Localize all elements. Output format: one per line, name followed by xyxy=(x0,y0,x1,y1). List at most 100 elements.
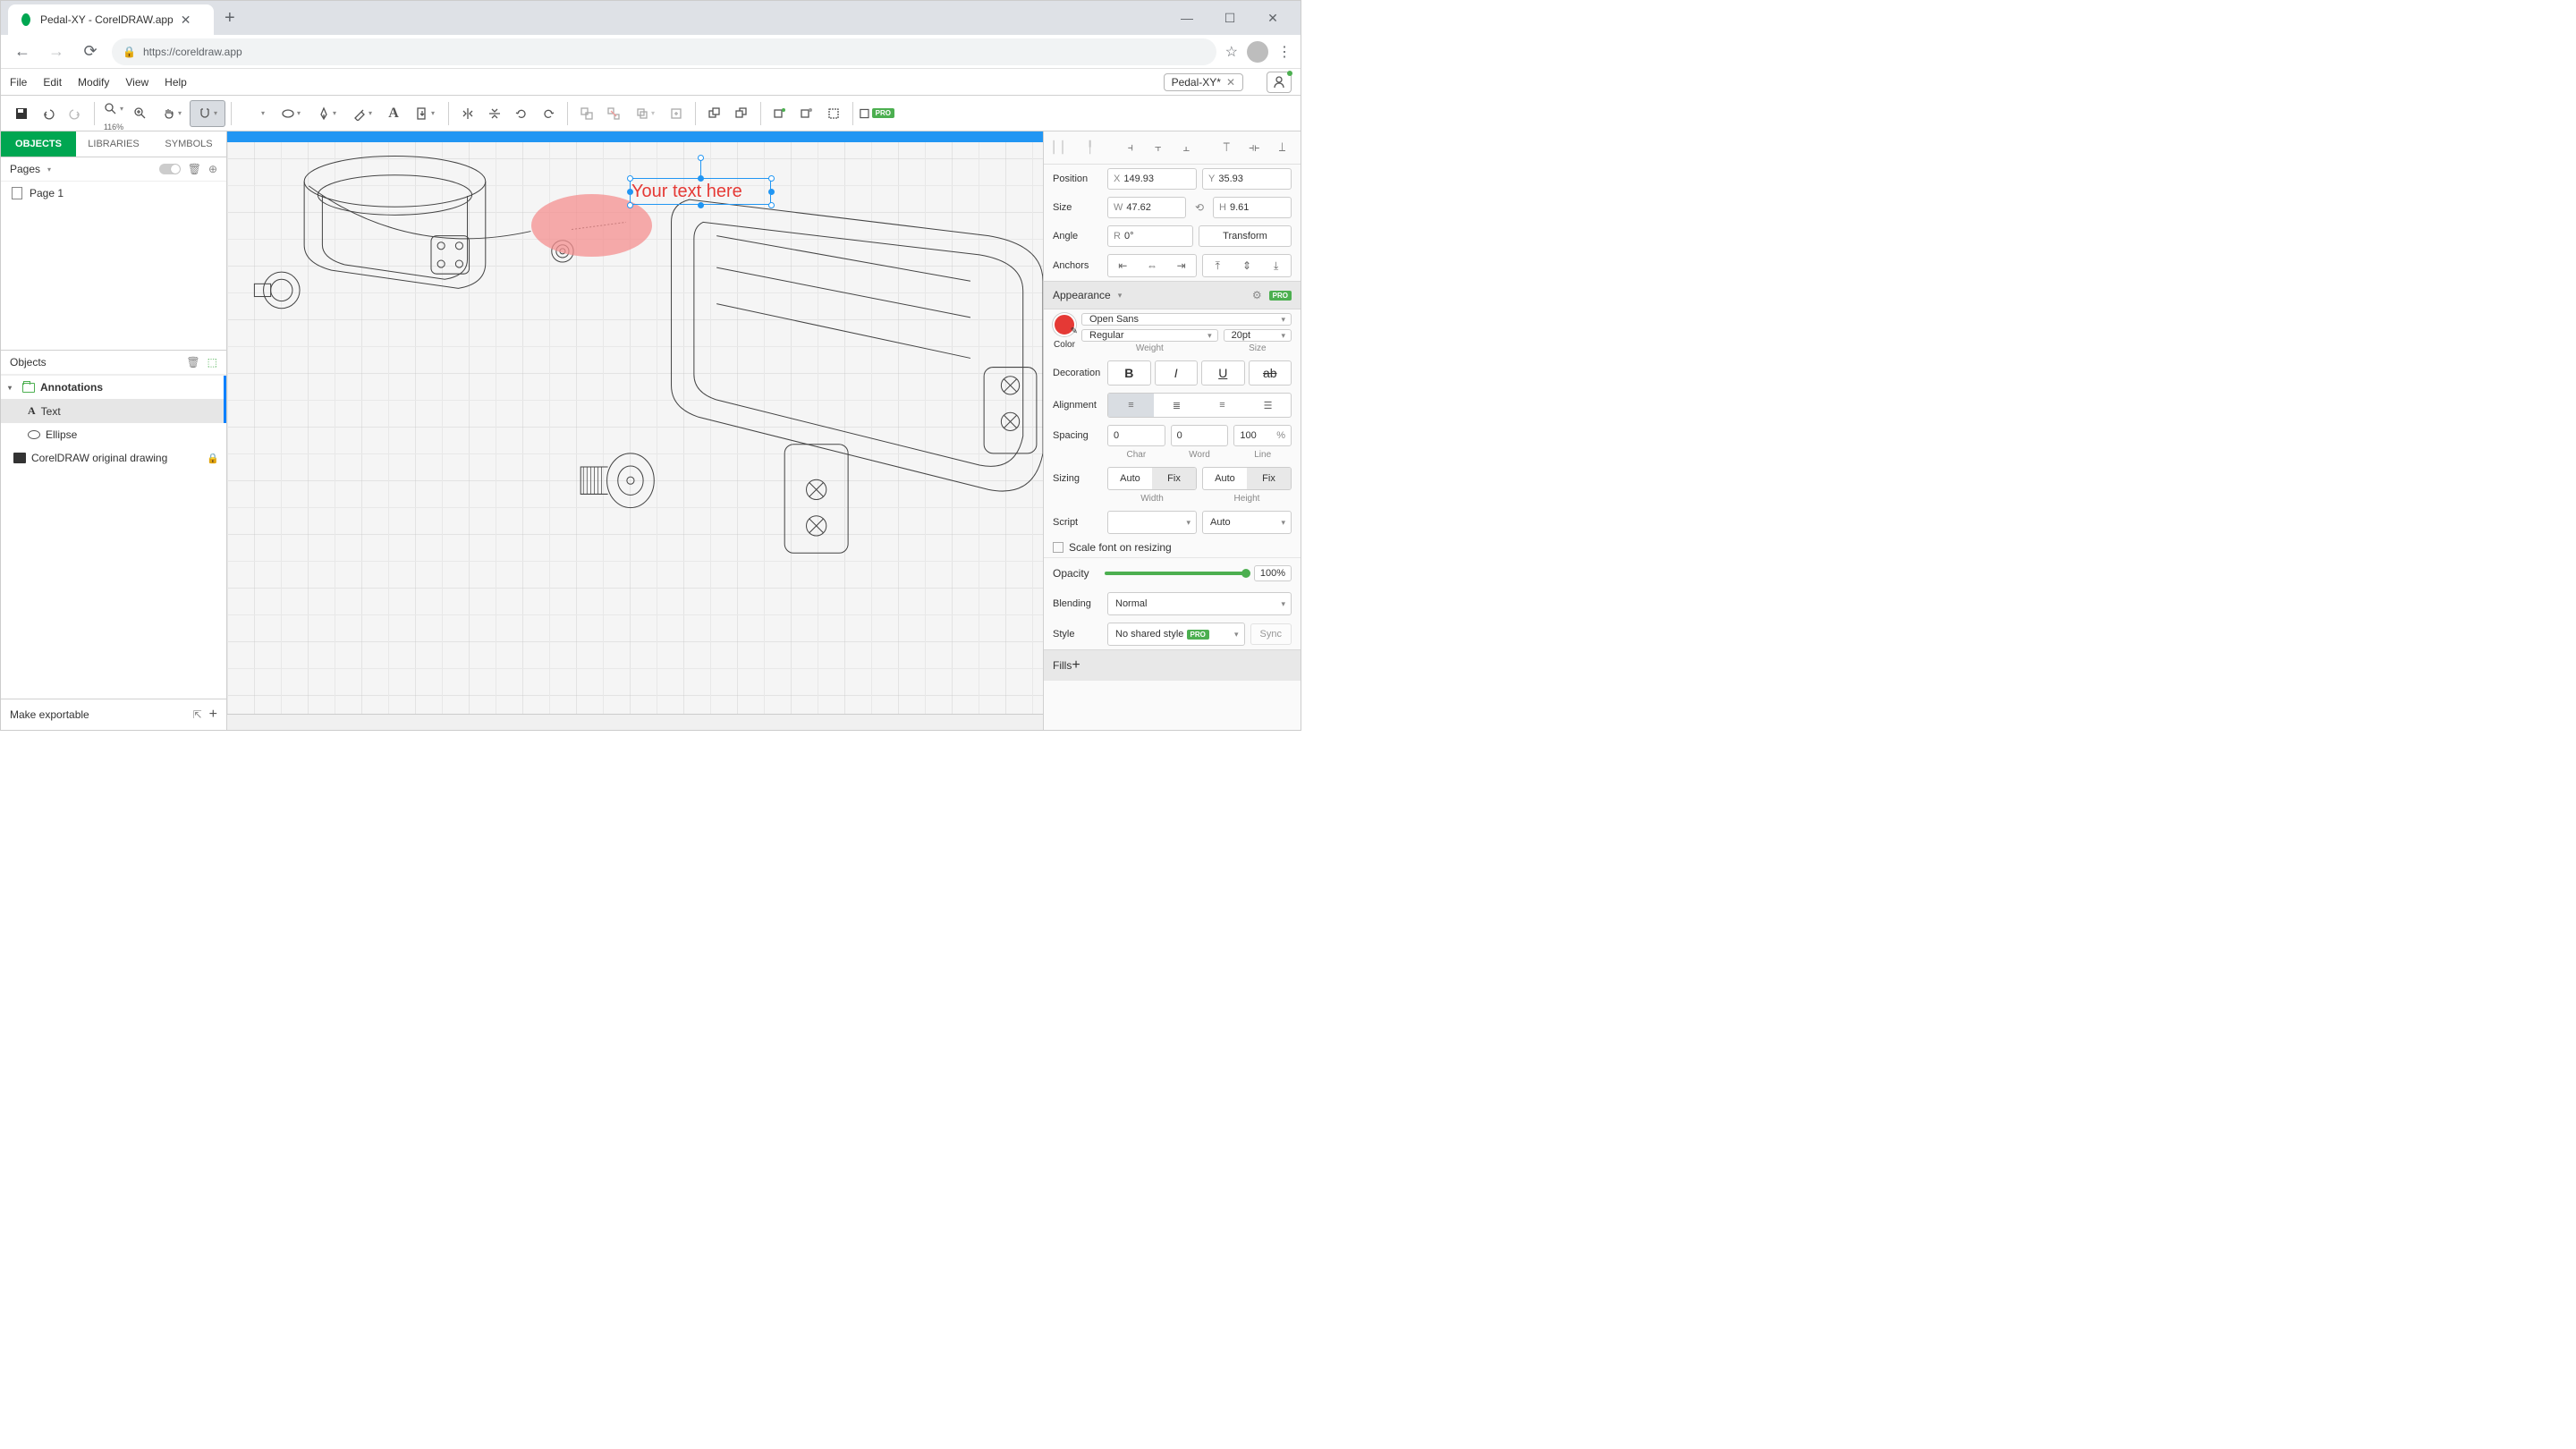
resize-handle-se[interactable] xyxy=(768,202,775,208)
opacity-value[interactable]: 100% xyxy=(1254,565,1292,581)
text-align-justify-button[interactable]: ☰ xyxy=(1245,394,1291,417)
script-select-1[interactable] xyxy=(1107,511,1197,534)
position-x-input[interactable]: X149.93 xyxy=(1107,168,1197,190)
trash-icon[interactable]: 🗑 xyxy=(186,356,199,369)
zoom-fit-button[interactable] xyxy=(127,100,154,127)
add-export-icon[interactable]: + xyxy=(209,707,217,723)
tab-symbols[interactable]: SYMBOLS xyxy=(151,131,226,157)
window-maximize-button[interactable]: ☐ xyxy=(1209,4,1250,31)
link-size-icon[interactable]: ⟲ xyxy=(1191,201,1208,214)
redo-button[interactable] xyxy=(62,100,89,127)
size-h-input[interactable]: H9.61 xyxy=(1213,197,1292,218)
browser-tab[interactable]: Pedal-XY - CorelDRAW.app ✕ xyxy=(8,4,214,35)
menu-modify[interactable]: Modify xyxy=(78,76,109,89)
align-center-icon[interactable]: ╿ xyxy=(1077,137,1103,158)
menu-edit[interactable]: Edit xyxy=(43,76,62,89)
align-vb-icon[interactable]: ⟘ xyxy=(1269,137,1295,158)
canvas[interactable]: Your text here xyxy=(227,131,1043,730)
save-button[interactable] xyxy=(8,100,35,127)
window-close-button[interactable]: ✕ xyxy=(1252,4,1293,31)
menu-help[interactable]: Help xyxy=(165,76,187,89)
template-button[interactable]: PRO xyxy=(859,100,894,127)
ungroup-button[interactable] xyxy=(600,100,627,127)
font-weight-select[interactable]: Regular xyxy=(1081,329,1218,342)
rotate-cw-button[interactable] xyxy=(535,100,562,127)
strike-button[interactable]: ab xyxy=(1249,360,1292,386)
anchor-top-icon[interactable]: ⤒ xyxy=(1203,255,1233,276)
tree-folder-annotations[interactable]: ▾ Annotations xyxy=(1,376,226,399)
resize-handle-n[interactable] xyxy=(698,175,704,182)
position-y-input[interactable]: Y35.93 xyxy=(1202,168,1292,190)
tab-libraries[interactable]: LIBRARIES xyxy=(76,131,151,157)
tree-item-ellipse[interactable]: Ellipse xyxy=(1,423,226,446)
resize-handle-ne[interactable] xyxy=(768,175,775,182)
script-select-2[interactable]: Auto xyxy=(1202,511,1292,534)
document-close-icon[interactable]: ✕ xyxy=(1226,76,1235,89)
underline-button[interactable]: U xyxy=(1201,360,1245,386)
angle-input[interactable]: R0° xyxy=(1107,225,1193,247)
word-spacing-input[interactable]: 0 xyxy=(1171,425,1229,446)
add-object-button[interactable] xyxy=(767,100,793,127)
appearance-section-header[interactable]: Appearance ▾ ⚙PRO xyxy=(1044,281,1301,309)
ellipse-tool[interactable]: ▾ xyxy=(273,100,309,127)
text-tool[interactable]: A xyxy=(380,100,407,127)
align-vt-icon[interactable]: ⟙ xyxy=(1214,137,1240,158)
browser-menu-icon[interactable]: ⋮ xyxy=(1277,43,1292,61)
char-spacing-input[interactable]: 0 xyxy=(1107,425,1165,446)
add-object-icon[interactable]: ⬚ xyxy=(208,356,217,369)
add-page-icon[interactable]: ⊕ xyxy=(208,163,217,175)
snap-tool[interactable]: ▾ xyxy=(190,100,225,127)
transform-button[interactable]: Transform xyxy=(1199,225,1292,247)
flip-v-button[interactable] xyxy=(481,100,508,127)
pen-tool[interactable]: ▾ xyxy=(309,100,344,127)
resize-handle-sw[interactable] xyxy=(627,202,633,208)
anchor-vcenter-icon[interactable]: ⇕ xyxy=(1233,255,1262,276)
new-tab-button[interactable]: + xyxy=(225,8,235,29)
anchor-right-icon[interactable]: ⇥ xyxy=(1166,255,1196,276)
window-minimize-button[interactable]: — xyxy=(1166,4,1208,31)
import-tool[interactable]: ▾ xyxy=(407,100,443,127)
resize-handle-w[interactable] xyxy=(627,189,633,195)
tab-objects[interactable]: OBJECTS xyxy=(1,131,76,157)
add-fill-icon[interactable]: + xyxy=(1072,657,1080,674)
browser-back-button[interactable]: ← xyxy=(10,39,35,64)
bookmark-icon[interactable]: ☆ xyxy=(1225,43,1238,61)
italic-button[interactable]: I xyxy=(1155,360,1199,386)
group-button[interactable] xyxy=(573,100,600,127)
size-w-input[interactable]: W47.62 xyxy=(1107,197,1186,218)
lock-icon[interactable]: 🔒 xyxy=(207,453,219,464)
align-hr-icon[interactable]: ⫠ xyxy=(1174,137,1199,158)
text-align-right-button[interactable]: ≡ xyxy=(1199,394,1245,417)
rotation-handle[interactable] xyxy=(698,155,704,161)
style-select[interactable]: No shared style PRO xyxy=(1107,623,1245,646)
blending-select[interactable]: Normal xyxy=(1107,592,1292,615)
profile-avatar[interactable] xyxy=(1247,41,1268,63)
flip-h-button[interactable] xyxy=(454,100,481,127)
resize-handle-e[interactable] xyxy=(768,189,775,195)
menu-file[interactable]: File xyxy=(10,76,27,89)
rotate-ccw-button[interactable] xyxy=(508,100,535,127)
trash-icon[interactable]: 🗑 xyxy=(188,163,201,175)
canvas-h-scrollbar[interactable] xyxy=(227,714,1043,730)
width-fix-button[interactable]: Fix xyxy=(1152,468,1196,489)
menu-view[interactable]: View xyxy=(125,76,148,89)
scale-font-checkbox[interactable] xyxy=(1053,542,1063,553)
sync-button[interactable]: Sync xyxy=(1250,623,1292,645)
width-auto-button[interactable]: Auto xyxy=(1108,468,1152,489)
text-align-left-button[interactable]: ≡ xyxy=(1108,394,1154,417)
pan-tool[interactable]: ▾ xyxy=(154,100,190,127)
anchor-hcenter-icon[interactable]: ⇔ xyxy=(1138,255,1167,276)
to-back-button[interactable] xyxy=(728,100,755,127)
account-button[interactable] xyxy=(1267,72,1292,93)
selection-box[interactable] xyxy=(630,178,771,205)
height-fix-button[interactable]: Fix xyxy=(1247,468,1291,489)
settings-icon[interactable]: ⚙ xyxy=(1252,289,1262,301)
tree-item-text[interactable]: A Text xyxy=(1,399,226,423)
align-vc-icon[interactable]: ⟛ xyxy=(1241,137,1267,158)
anchor-bottom-icon[interactable]: ⤓ xyxy=(1261,255,1291,276)
font-size-select[interactable]: 20pt xyxy=(1224,329,1292,342)
tree-item-image[interactable]: CorelDRAW original drawing 🔒 xyxy=(1,446,226,470)
page-item[interactable]: Page 1 xyxy=(1,182,226,205)
resize-handle-nw[interactable] xyxy=(627,175,633,182)
select-tool[interactable]: ▾ xyxy=(237,100,273,127)
